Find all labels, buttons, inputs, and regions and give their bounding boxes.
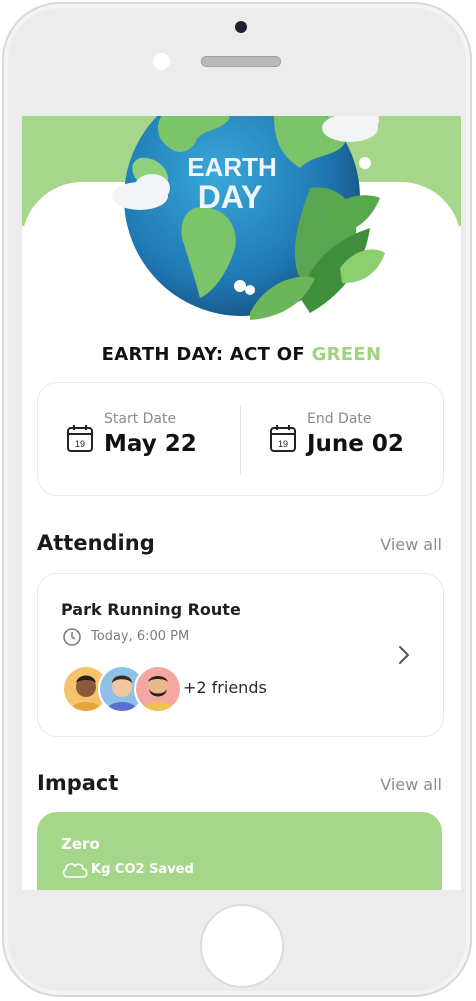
home-button[interactable] <box>200 904 284 988</box>
calendar-icon: 19 <box>67 425 93 452</box>
friend-avatars <box>62 665 182 713</box>
chevron-right-icon[interactable] <box>396 644 412 666</box>
start-date-label: Start Date <box>104 411 177 427</box>
impact-value: Zero <box>61 835 100 853</box>
attending-event-card[interactable]: Park Running Route Today, 6:00 PM +2 fri… <box>37 573 444 737</box>
app-screen: EARTH DAY EARTH DAY: ACT OF GREEN 19 Sta… <box>22 116 461 890</box>
clock-icon <box>63 628 81 646</box>
hero-text-earth: EARTH <box>187 152 277 182</box>
earth-day-illustration: EARTH DAY <box>100 116 390 328</box>
impact-title: Impact <box>37 771 119 795</box>
proximity-sensor <box>153 53 170 70</box>
calendar-icon: 19 <box>270 425 296 452</box>
impact-view-all-link[interactable]: View all <box>380 775 442 794</box>
hero-text-day: DAY <box>198 179 263 215</box>
calendar-icon-day: 19 <box>75 439 85 449</box>
start-date-value: May 22 <box>104 431 197 457</box>
impact-label: Kg CO2 Saved <box>91 862 194 877</box>
attending-view-all-link[interactable]: View all <box>380 535 442 554</box>
event-title: EARTH DAY: ACT OF GREEN <box>22 344 461 365</box>
event-title-accent: GREEN <box>311 344 382 365</box>
front-camera <box>235 21 247 33</box>
calendar-icon-day: 19 <box>278 439 288 449</box>
friends-count: +2 friends <box>183 678 267 697</box>
cloud-icon <box>62 863 88 878</box>
divider <box>240 405 241 475</box>
earpiece-speaker <box>201 56 281 67</box>
event-name: Park Running Route <box>61 600 241 619</box>
phone-frame: EARTH DAY EARTH DAY: ACT OF GREEN 19 Sta… <box>2 2 472 997</box>
dates-card: 19 Start Date May 22 19 End Date June 02 <box>37 382 444 496</box>
event-time: Today, 6:00 PM <box>91 629 190 644</box>
event-title-main: EARTH DAY: ACT OF <box>101 344 312 365</box>
avatar <box>134 665 182 713</box>
end-date-value: June 02 <box>307 431 404 457</box>
attending-title: Attending <box>37 531 155 555</box>
impact-card[interactable]: Zero Kg CO2 Saved <box>37 812 442 890</box>
end-date-label: End Date <box>307 411 372 427</box>
